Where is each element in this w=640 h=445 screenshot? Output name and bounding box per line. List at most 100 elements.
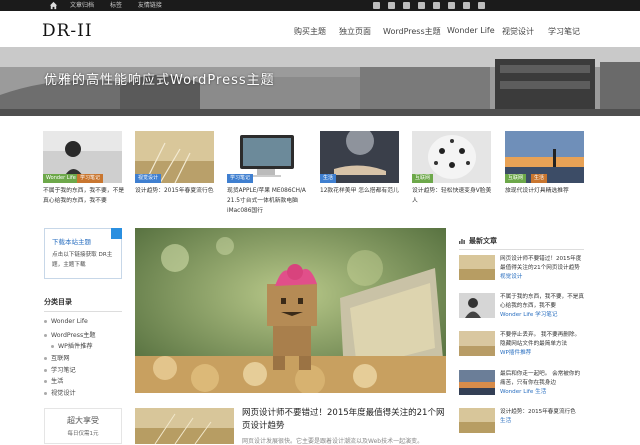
thumb-caption-1[interactable]: 不属于我的东西，我不要，不是真心给我的东西，我不要 [43,186,125,206]
image-icon[interactable] [463,2,470,9]
thumb-card-5[interactable]: 互联网 [412,131,491,183]
latest-post-title: 最后和你走一起吧。 会常被你的痛苦，只有你在我身边 [500,371,581,386]
instagram-icon[interactable] [478,2,485,9]
latest-post-category[interactable]: Wonder Life 生活 [500,389,546,395]
category-label: WP插件推荐 [58,343,93,350]
latest-post-category[interactable]: Wonder Life 学习笔记 [500,312,557,318]
bullet-icon [44,391,47,395]
category-label: 学习笔记 [51,367,76,374]
category-label: Wonder Life [51,318,88,325]
bullet-icon [44,333,47,337]
category-label: 生活 [51,378,64,385]
nav-item-study-notes[interactable]: 学习笔记 [548,26,580,37]
latest-post-title: 设计趋势：2015年春夏流行色 [500,409,576,415]
bullet-icon [44,319,47,323]
thumb-caption-5[interactable]: 设计趋势：轻松快速变身V脸美人 [412,186,494,206]
qq-icon[interactable] [403,2,410,9]
post-title[interactable]: 网页设计师不要错过！2015年度最值得关注的21个网页设计趋势 [242,407,450,433]
category-study-notes[interactable]: 学习笔记 [44,365,76,374]
top-link-archive[interactable]: 文章归档 [70,2,94,9]
category-wordpress[interactable]: WordPress主题 [44,330,96,339]
top-link-tags[interactable]: 标签 [110,2,122,9]
category-life[interactable]: 生活 [44,376,63,385]
chart-bars-icon [459,239,465,244]
bookmark-icon [111,228,122,239]
twitter-icon[interactable] [373,2,380,9]
top-bar: 文章归档 标签 友情链接 [0,0,640,11]
thumb-caption-6[interactable]: 旅现代设计灯具精选推荐 [505,186,587,196]
divider [44,311,122,312]
latest-post-thumb [459,408,495,433]
latest-post-thumb [459,331,495,356]
latest-posts-title: 最新文章 [469,237,497,245]
latest-post-item[interactable]: 设计趋势：2015年春夏流行色 生活 [459,408,585,438]
hero-banner[interactable]: 优雅的高性能响应式WordPress主题 [0,47,640,116]
category-wonder-life[interactable]: Wonder Life [44,318,88,325]
featured-photo [135,228,446,393]
category-tag-secondary[interactable]: 生活 [531,174,548,183]
category-label: 互联网 [51,355,70,362]
latest-post-category[interactable]: 视觉设计 [500,274,522,280]
thumb-card-6[interactable]: 互联网 生活 [505,131,584,183]
latest-post-item[interactable]: 不要停止丢弃。 我不要再删除。 隐藏网站文件的最简单方法 WP插件推荐 [459,331,585,361]
site-logo[interactable]: DR-II [42,21,93,41]
download-title[interactable]: 下载本站主题 [52,236,91,246]
category-tag-secondary[interactable]: 学习笔记 [77,174,104,183]
thumb-card-2[interactable]: 视觉设计 [135,131,214,183]
nav-item-wordpress[interactable]: WordPress主题 [383,26,441,37]
rss-icon[interactable] [418,2,425,9]
home-icon[interactable] [49,1,58,10]
category-wp-plugins[interactable]: WP插件推荐 [51,341,93,350]
download-widget: 下载本站主题 点击以下链接获取 DR主题，主题下载 [44,228,122,279]
category-tag[interactable]: 生活 [320,174,337,183]
nav-item-visual-design[interactable]: 视觉设计 [502,26,534,37]
latest-posts-heading: 最新文章 [459,236,497,246]
nav-item-pages[interactable]: 独立页面 [339,26,371,37]
bullet-icon [44,368,47,372]
latest-post-title: 不属于我的东西，我不要，不是真心给我的东西，我不要 [500,294,584,309]
thumb-caption-4[interactable]: 12款花样美甲 怎么搭都有范儿 [320,186,402,196]
promo-widget[interactable]: 超大享受 每日仅需1元 [44,408,122,444]
latest-post-category[interactable]: 生活 [500,418,511,424]
top-link-friends[interactable]: 友情链接 [138,2,162,9]
promo-subtitle: 每日仅需1元 [67,431,99,437]
post-image [135,408,234,444]
category-tag[interactable]: 互联网 [412,174,434,183]
tablet-icon[interactable] [433,2,440,9]
download-text: 点击以下链接获取 DR主题，主题下载 [52,252,113,268]
nav-item-wonder-life[interactable]: Wonder Life [447,26,495,35]
wordpress-icon[interactable] [448,2,455,9]
category-visual-design[interactable]: 视觉设计 [44,388,76,397]
category-tag[interactable]: 视觉设计 [135,174,162,183]
latest-post-thumb [459,370,495,395]
thumb-card-1[interactable]: Wonder Life 学习笔记 [43,131,122,183]
latest-post-category[interactable]: WP插件推荐 [500,350,531,356]
thumb-caption-3[interactable]: 现货APPLE/苹果 ME086CH/A 21.5寸台式一体机新款电脑iMac0… [227,186,309,216]
latest-post-title: 网页设计师不要错过！2015年度最值得关注的21个网页设计趋势 [500,256,582,271]
weibo-icon[interactable] [388,2,395,9]
category-tag[interactable]: Wonder Life [43,174,79,183]
category-internet[interactable]: 互联网 [44,353,70,362]
latest-post-title: 不要停止丢弃。 我不要再删除。 隐藏网站文件的最简单方法 [500,332,581,347]
promo-title: 超大享受 [67,416,99,425]
category-label: 视觉设计 [51,390,76,397]
latest-post-thumb [459,255,495,280]
category-tag[interactable]: 互联网 [505,174,527,183]
bullet-icon [44,356,47,360]
category-tag[interactable]: 学习笔记 [227,174,254,183]
latest-post-thumb [459,293,495,318]
category-label: WordPress主题 [51,332,96,339]
featured-image[interactable] [135,228,446,393]
bullet-icon [51,344,54,348]
latest-post-item[interactable]: 不属于我的东西，我不要，不是真心给我的东西，我不要 Wonder Life 学习笔… [459,293,585,323]
thumb-caption-2[interactable]: 设计趋势：2015年春夏流行色 [135,186,217,196]
top-links: 文章归档 标签 友情链接 [70,0,176,11]
latest-post-item[interactable]: 最后和你走一起吧。 会常被你的痛苦，只有你在我身边 Wonder Life 生活 [459,370,585,400]
categories-heading: 分类目录 [44,298,72,306]
nav-item-buy-theme[interactable]: 购买主题 [294,26,326,37]
latest-post-item[interactable]: 网页设计师不要错过！2015年度最值得关注的21个网页设计趋势视觉设计 [459,255,585,285]
thumb-card-3[interactable]: 学习笔记 [227,131,306,183]
hero-title: 优雅的高性能响应式WordPress主题 [44,73,275,88]
thumb-card-4[interactable]: 生活 [320,131,399,183]
post-thumbnail[interactable] [135,408,234,444]
